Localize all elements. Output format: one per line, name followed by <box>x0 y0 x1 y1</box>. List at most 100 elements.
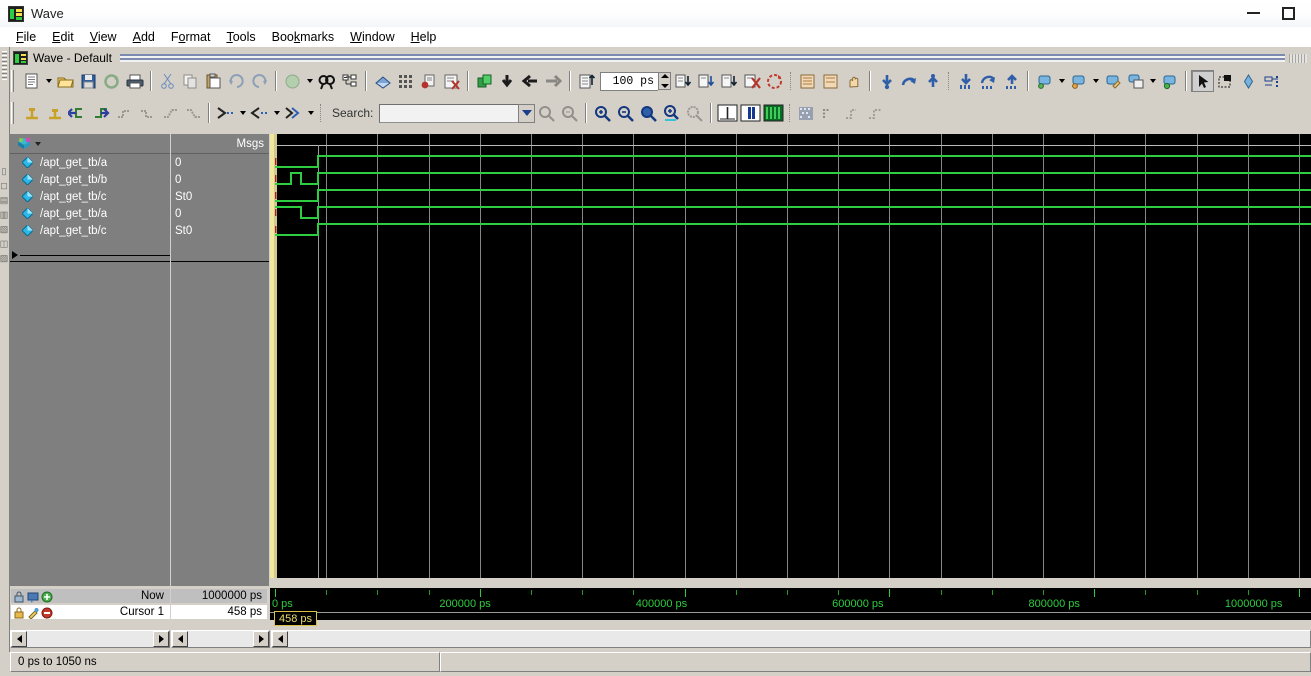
reload-icon[interactable] <box>100 70 123 92</box>
step-icon[interactable] <box>542 70 565 92</box>
signal-row[interactable]: /apt_get_tb/c <box>10 188 170 205</box>
menu-item-edit[interactable]: Edit <box>44 28 82 46</box>
signal-row[interactable]: /apt_get_tb/b <box>10 171 170 188</box>
minimize-button[interactable] <box>1247 11 1260 16</box>
zoom-full-icon[interactable] <box>637 102 660 124</box>
run-length-value[interactable]: 100 ps <box>600 71 658 91</box>
menu-item-view[interactable]: View <box>82 28 125 46</box>
collapse-time-icon[interactable] <box>248 102 271 124</box>
continue-run-icon[interactable] <box>496 70 519 92</box>
simulate-icon[interactable] <box>371 70 394 92</box>
menu-item-add[interactable]: Add <box>125 28 163 46</box>
delete-cursor-icon[interactable] <box>43 102 66 124</box>
expand-all-time-icon[interactable] <box>282 102 305 124</box>
save-icon[interactable] <box>77 70 100 92</box>
scroll-right-arrow-icon[interactable] <box>253 631 269 647</box>
continue-icon[interactable] <box>694 70 717 92</box>
lock-cursor-icon[interactable] <box>13 607 25 619</box>
ungroup-icon[interactable] <box>1067 70 1090 92</box>
signal-row[interactable]: /apt_get_tb/a <box>10 205 170 222</box>
maximize-button[interactable] <box>1282 7 1295 20</box>
search-next-icon[interactable] <box>558 102 581 124</box>
new-document-icon[interactable] <box>20 70 43 92</box>
menu-item-file[interactable]: FFileile <box>8 28 44 46</box>
ungroup-dropdown-icon[interactable] <box>1090 70 1101 92</box>
group-dropdown-icon[interactable] <box>1056 70 1067 92</box>
find-icon[interactable] <box>315 70 338 92</box>
bookmark-prev-icon[interactable] <box>898 70 921 92</box>
add-cursor-icon[interactable] <box>41 591 53 603</box>
paste-icon[interactable] <box>202 70 225 92</box>
prev-transition-icon[interactable] <box>66 102 89 124</box>
select-mode-icon[interactable] <box>1191 70 1214 92</box>
restart-icon[interactable] <box>417 70 440 92</box>
expand-time-icon[interactable] <box>214 102 237 124</box>
cursor-time-flag[interactable]: 458 ps <box>274 611 318 626</box>
expand-time-dropdown-icon[interactable] <box>237 102 248 124</box>
find-prev-icon[interactable] <box>112 102 135 124</box>
waveform-canvas[interactable] <box>270 134 1311 578</box>
bookmark-next2-icon[interactable] <box>1000 70 1023 92</box>
redo-icon[interactable] <box>248 70 271 92</box>
undo-icon[interactable] <box>225 70 248 92</box>
group-edit-icon[interactable] <box>1101 70 1124 92</box>
print-icon[interactable] <box>123 70 146 92</box>
search-input[interactable] <box>379 103 520 123</box>
pane-undock-handle[interactable] <box>1289 53 1307 63</box>
time-axis-ruler[interactable]: 0 ps 200000 ps 400000 ps 600000 ps 800000 ps… <box>270 588 1311 620</box>
group-copy-dropdown-icon[interactable] <box>1147 70 1158 92</box>
search-prev-icon[interactable] <box>535 102 558 124</box>
zoom-out-icon[interactable] <box>614 102 637 124</box>
zoom-range-icon[interactable] <box>683 102 706 124</box>
hand-pan-icon[interactable] <box>842 70 865 92</box>
zoom-cursor-icon[interactable] <box>660 102 683 124</box>
toolbar-grip-2[interactable] <box>11 102 17 124</box>
compile-icon[interactable] <box>281 70 304 92</box>
runlength-icon[interactable] <box>575 70 598 92</box>
bookmark-del-icon[interactable] <box>954 70 977 92</box>
dock-grip[interactable] <box>2 51 7 81</box>
new-document-dropdown-icon[interactable] <box>43 70 54 92</box>
toolbar-grip-1[interactable] <box>11 70 17 92</box>
name-column-scrollbar[interactable] <box>10 630 170 648</box>
scroll-left-arrow-icon[interactable] <box>172 631 188 647</box>
group-copy-icon[interactable] <box>1124 70 1147 92</box>
run-length-spin-buttons[interactable] <box>658 71 671 90</box>
search-history-dropdown-icon[interactable] <box>518 103 536 123</box>
open-folder-icon[interactable] <box>54 70 77 92</box>
lock-now-icon[interactable] <box>13 591 25 603</box>
cursor-label-cell[interactable]: Cursor 1 <box>10 604 170 620</box>
group-add-icon[interactable] <box>1158 70 1181 92</box>
scroll-left-arrow-icon[interactable] <box>11 631 27 647</box>
run-icon[interactable] <box>473 70 496 92</box>
pan-mode-icon[interactable] <box>1237 70 1260 92</box>
copy-icon[interactable] <box>179 70 202 92</box>
next-transition-icon[interactable] <box>89 102 112 124</box>
config-cursor-icon[interactable] <box>27 607 39 620</box>
expand-all-dropdown-icon[interactable] <box>305 102 316 124</box>
edit-mode-icon[interactable] <box>1260 70 1283 92</box>
next-edge-icon[interactable] <box>181 102 204 124</box>
collapse-time-dropdown-icon[interactable] <box>271 102 282 124</box>
scroll-track[interactable] <box>288 631 1310 647</box>
scroll-right-arrow-icon[interactable] <box>153 631 169 647</box>
restart-sim-icon[interactable] <box>763 70 786 92</box>
grid-icon[interactable] <box>394 70 417 92</box>
break-icon[interactable] <box>440 70 463 92</box>
wave-all-icon[interactable] <box>762 102 785 124</box>
menu-item-help[interactable]: Help <box>403 28 445 46</box>
analog-step-icon[interactable] <box>795 102 818 124</box>
expand-tree-icon[interactable] <box>338 70 361 92</box>
step-back-icon[interactable] <box>519 70 542 92</box>
stop-icon[interactable] <box>740 70 763 92</box>
analog-interp-icon[interactable] <box>818 102 841 124</box>
scroll-left-arrow-icon[interactable] <box>272 631 288 647</box>
compile-dropdown-icon[interactable] <box>304 70 315 92</box>
find-next-icon[interactable] <box>135 102 158 124</box>
wave-split-icon[interactable] <box>739 102 762 124</box>
bookmark-next-icon[interactable] <box>921 70 944 92</box>
menu-item-tools[interactable]: Tools <box>218 28 263 46</box>
prev-edge-icon[interactable] <box>158 102 181 124</box>
waveform-merge-icon[interactable] <box>819 70 842 92</box>
scroll-track[interactable] <box>188 631 253 647</box>
